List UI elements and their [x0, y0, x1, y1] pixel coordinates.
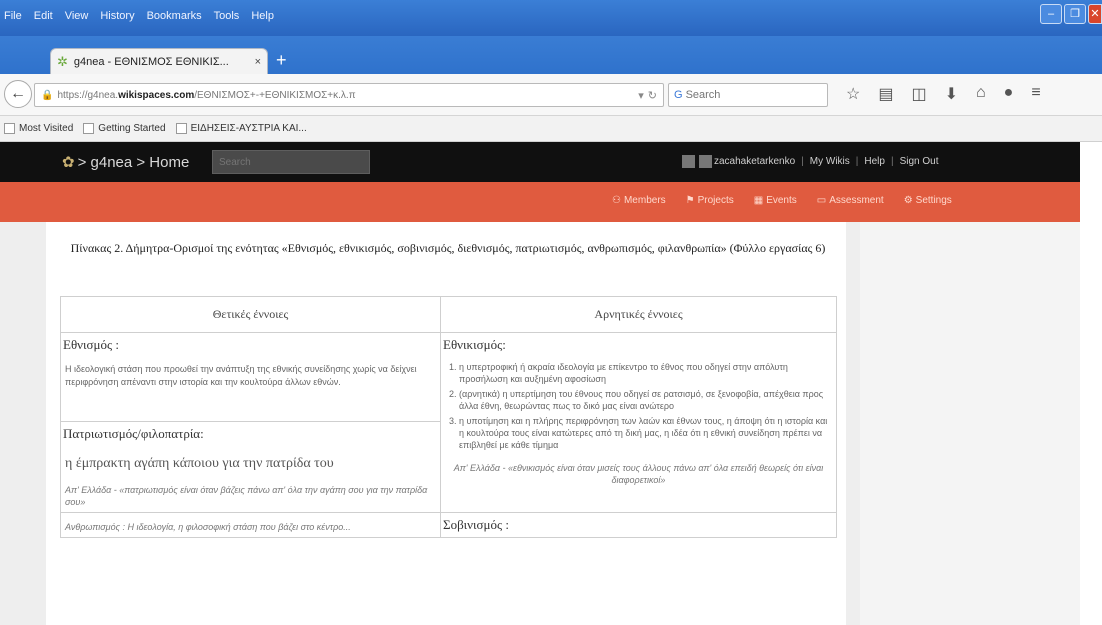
back-button[interactable]: ← [4, 80, 32, 108]
site-header: ✿> g4nea > Home zacahaketarkenko | My Wi… [0, 142, 1080, 182]
definition-list: η υπερτροφική ή ακραία ιδεολογία με επίκ… [441, 357, 836, 458]
assessment-icon: ▭ [816, 195, 827, 206]
maximize-button[interactable]: ❐ [1064, 4, 1086, 24]
pocket-icon[interactable]: ◫ [911, 84, 926, 104]
nav-events[interactable]: ▦ Events [754, 195, 797, 206]
members-icon: ⚇ [612, 195, 621, 206]
url-text: https://g4nea.wikispaces.com/ΕΘΝΙΣΜΟΣ+-+… [57, 89, 356, 101]
table-caption: Πίνακας 2. Δήμητρα-Ορισμοί της ενότητας … [70, 241, 826, 255]
tab-title: g4nea - ΕΘΝΙΣΜΟΣ ΕΘΝΙΚΙΣ... [73, 55, 229, 68]
nav-projects[interactable]: ⚑ Projects [686, 195, 734, 206]
term-heading: Σοβινισμός : [443, 517, 510, 532]
term-quote: Απ' Ελλάδα - «πατριωτισμός είναι όταν βά… [65, 485, 428, 507]
notification-icon[interactable] [682, 155, 695, 168]
minimize-button[interactable]: – [1040, 4, 1062, 24]
navigation-bar: ← 🔒 https://g4nea.wikispaces.com/ΕΘΝΙΣΜΟ… [0, 74, 1102, 116]
table-cell-ethnismos: Εθνισμός : Η ιδεολογική στάση που προωθε… [60, 332, 441, 422]
site-favicon-icon: ✲ [57, 53, 68, 69]
term-heading: Πατριωτισμός/φιλοπατρία: [63, 426, 204, 441]
folder-icon [4, 123, 15, 134]
chat-icon[interactable]: ● [1004, 84, 1014, 104]
menu-file[interactable]: File [4, 10, 22, 22]
bookmark-star-icon[interactable]: ☆ [846, 84, 860, 104]
right-sidebar [860, 222, 1080, 625]
page-icon [175, 123, 187, 134]
term-definition: Ανθρωπισμός : Η ιδεολογία, η φιλοσοφική … [65, 522, 351, 532]
bookmark-most-visited[interactable]: Most Visited [4, 123, 73, 134]
home-icon[interactable]: ⌂ [976, 84, 986, 104]
tab-strip: ✲ g4nea - ΕΘΝΙΣΜΟΣ ΕΘΝΙΚΙΣ... × + [0, 36, 1102, 74]
hamburger-menu-icon[interactable]: ≡ [1031, 84, 1040, 104]
reload-icon[interactable]: ↻ [648, 89, 657, 102]
nav-settings[interactable]: ⚙ Settings [904, 195, 952, 206]
bookmarks-toolbar: Most Visited Getting Started ΕΙΔΗΣΕΙΣ-ΑΥ… [0, 116, 1102, 142]
menu-help[interactable]: Help [251, 10, 274, 22]
term-heading: Εθνικισμός: [443, 337, 506, 352]
list-item: η υποτίμηση και η πλήρης περιφρόνηση των… [459, 415, 830, 451]
page-icon [83, 123, 95, 134]
menu-tools[interactable]: Tools [214, 10, 240, 22]
tab-close-icon[interactable]: × [255, 56, 261, 68]
user-avatar-icons [682, 155, 712, 168]
lock-icon: 🔒 [41, 89, 54, 101]
menu-bookmarks[interactable]: Bookmarks [147, 10, 202, 22]
table-cell-anthropismos: Ανθρωπισμός : Η ιδεολογία, η φιλοσοφική … [60, 512, 441, 538]
site-logo-icon: ✿ [62, 154, 75, 171]
window-controls: – ❐ ✕ [1038, 4, 1102, 24]
site-nav: ⚇ Members ⚑ Projects ▦ Events ▭ Assessment ⚙… [612, 195, 952, 206]
toolbar-icons: ☆ ▤ ◫ ⬇ ⌂ ● ≡ [846, 84, 1041, 104]
username[interactable]: zacahaketarkenko [714, 156, 795, 167]
browser-tab[interactable]: ✲ g4nea - ΕΘΝΙΣΜΟΣ ΕΘΝΙΚΙΣ... × [50, 48, 268, 74]
list-item: η υπερτροφική ή ακραία ιδεολογία με επίκ… [459, 361, 830, 385]
events-icon: ▦ [753, 195, 764, 206]
bookmark-news[interactable]: ΕΙΔΗΣΕΙΣ-ΑΥΣΤΡΙΑ ΚΑΙ... [175, 123, 307, 134]
search-input[interactable] [685, 89, 806, 101]
column-header-negative: Αρνητικές έννοιες [440, 296, 837, 333]
user-links: zacahaketarkenko | My Wikis | Help | Sig… [714, 156, 939, 167]
concepts-table: Θετικές έννοιες Αρνητικές έννοιες Εθνισμ… [60, 296, 837, 538]
table-cell-patriotismos: Πατριωτισμός/φιλοπατρία: η έμπρακτη αγάπ… [60, 421, 441, 513]
nav-members[interactable]: ⚇ Members [612, 195, 666, 206]
site-breadcrumb[interactable]: ✿ > g4nea > Home [62, 153, 189, 171]
term-definition: η έμπρακτη αγάπη κάποιου για την πατρίδα… [65, 456, 334, 471]
term-definition: Η ιδεολογική στάση που προωθεί την ανάπτ… [65, 364, 417, 387]
sign-out-link[interactable]: Sign Out [900, 156, 939, 167]
menu-view[interactable]: View [65, 10, 89, 22]
url-bar[interactable]: 🔒 https://g4nea.wikispaces.com/ΕΘΝΙΣΜΟΣ+… [34, 83, 664, 107]
downloads-icon[interactable]: ⬇ [945, 84, 958, 104]
column-header-positive: Θετικές έννοιες [60, 296, 441, 333]
site-nav-bar: ⚇ Members ⚑ Projects ▦ Events ▭ Assessment ⚙… [0, 182, 1080, 222]
term-quote: Απ' Ελλάδα - «εθνικισμός είναι όταν μισε… [453, 463, 824, 485]
nav-assessment[interactable]: ▭ Assessment [817, 195, 884, 206]
menu-list: File Edit View History Bookmarks Tools H… [4, 10, 274, 22]
my-wikis-link[interactable]: My Wikis [810, 156, 850, 167]
term-heading: Εθνισμός : [63, 337, 120, 352]
list-item: (αρνητικά) η υπερτίμηση του έθνους που ο… [459, 388, 830, 412]
help-link[interactable]: Help [864, 156, 885, 167]
bookmark-getting-started[interactable]: Getting Started [83, 123, 166, 134]
table-cell-sovinismos: Σοβινισμός : [440, 512, 837, 538]
wiki-content: Πίνακας 2. Δήμητρα-Ορισμοί της ενότητας … [46, 222, 846, 625]
menu-history[interactable]: History [100, 10, 134, 22]
new-tab-button[interactable]: + [276, 50, 287, 71]
window-menubar: File Edit View History Bookmarks Tools H… [0, 0, 1102, 36]
dropdown-chevron-icon[interactable]: ▾ [638, 89, 644, 102]
table-cell-ethnikismos: Εθνικισμός: η υπερτροφική ή ακραία ιδεολ… [440, 332, 837, 513]
settings-gear-icon: ⚙ [903, 195, 913, 206]
reading-list-icon[interactable]: ▤ [878, 84, 893, 104]
projects-icon: ⚑ [685, 195, 695, 206]
site-search-input[interactable] [212, 150, 370, 174]
menu-edit[interactable]: Edit [34, 10, 53, 22]
search-bar[interactable]: G [668, 83, 828, 107]
close-window-button[interactable]: ✕ [1088, 4, 1102, 24]
avatar[interactable] [699, 155, 712, 168]
search-engine-icon: G [674, 89, 683, 101]
